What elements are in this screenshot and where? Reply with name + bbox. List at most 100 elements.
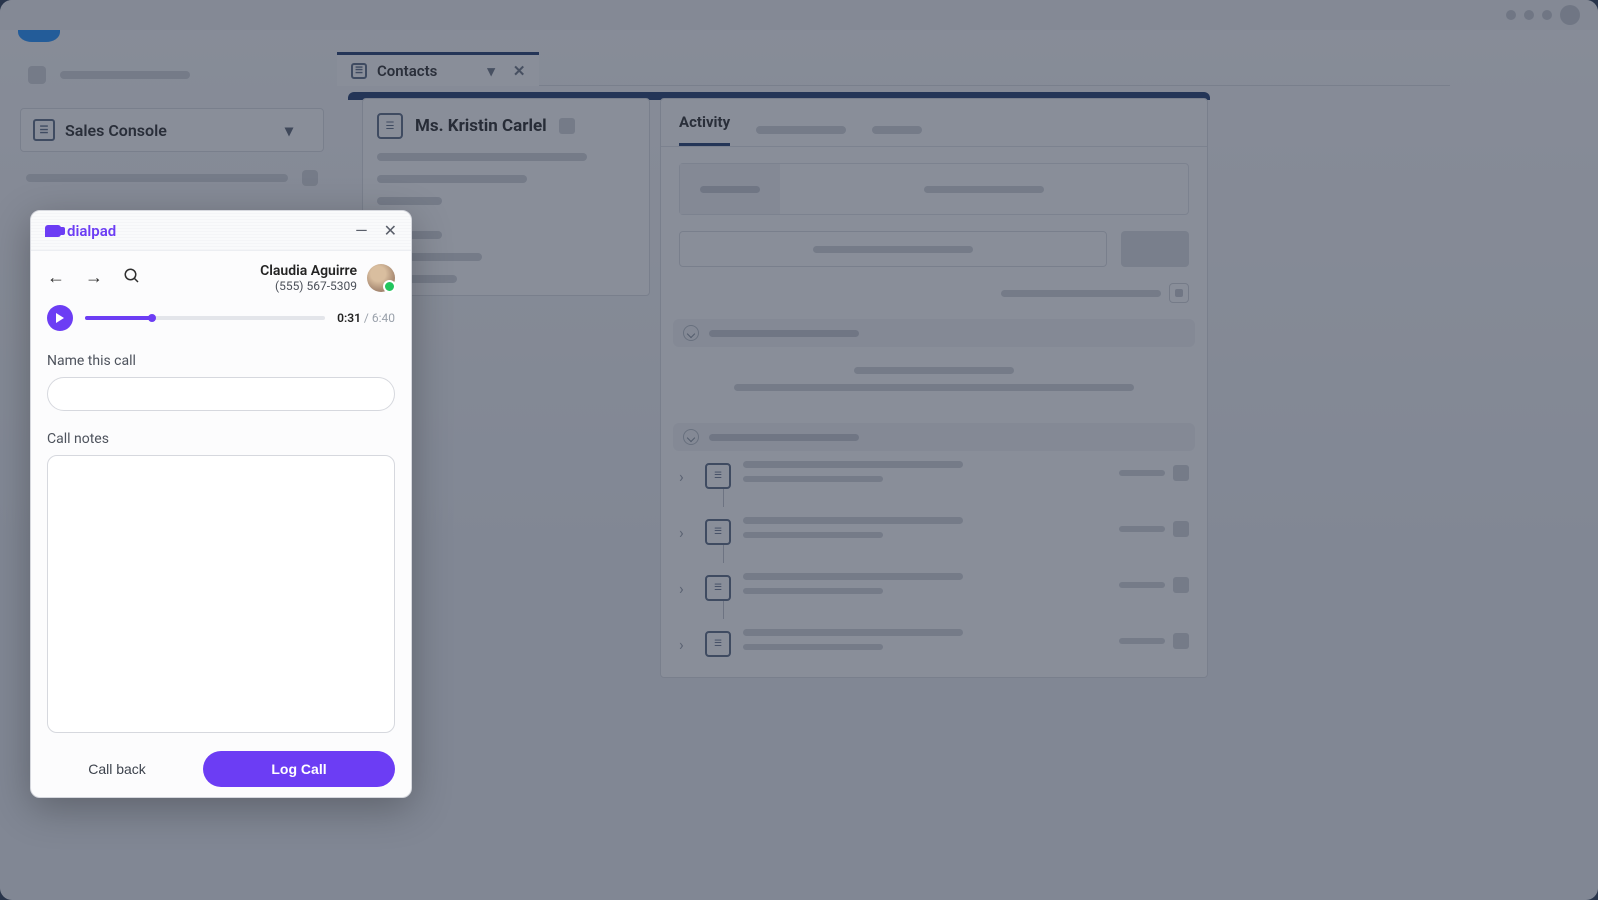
- skeleton-square: [28, 66, 46, 84]
- call-back-button[interactable]: Call back: [47, 761, 187, 777]
- chevron-right-icon[interactable]: ›: [679, 523, 693, 542]
- contact-name: Ms. Kristin Carlel: [415, 116, 547, 136]
- audio-player: 0:31 / 6:40: [31, 301, 411, 341]
- timeline-connector: [723, 489, 1207, 507]
- call-notes-label: Call notes: [47, 431, 395, 447]
- skeleton-bar: [377, 197, 442, 205]
- play-button[interactable]: [47, 305, 73, 331]
- call-notes-input[interactable]: [47, 455, 395, 733]
- skeleton-bar: [26, 174, 288, 182]
- activity-submit-button[interactable]: [1121, 231, 1189, 267]
- skeleton-bar: [377, 153, 587, 161]
- time-sep: /: [361, 311, 372, 325]
- activity-item[interactable]: › ☰: [661, 563, 1207, 601]
- call-name-label: Name this call: [47, 353, 395, 369]
- breadcrumb-skeleton: [28, 66, 190, 84]
- contact-icon: ☰: [33, 119, 55, 141]
- time-current: 0:31: [337, 311, 361, 325]
- sidebar-item[interactable]: [20, 160, 324, 196]
- activity-input[interactable]: [679, 231, 1107, 267]
- skeleton-bar: [743, 461, 963, 468]
- contact-icon: ☰: [705, 631, 731, 657]
- skeleton-bar: [743, 532, 883, 538]
- skeleton-bar: [709, 434, 859, 441]
- search-icon[interactable]: [123, 267, 141, 290]
- playback-time: 0:31 / 6:40: [337, 311, 395, 325]
- skeleton-bar: [743, 517, 963, 524]
- activity-pane: Activity: [660, 98, 1208, 678]
- chevron-down-icon: [683, 429, 699, 445]
- call-name-input[interactable]: [47, 377, 395, 411]
- skeleton-bar: [743, 629, 963, 636]
- activity-section-header[interactable]: [673, 423, 1195, 451]
- contact-icon: ☰: [351, 63, 367, 79]
- caller-info[interactable]: Claudia Aguirre (555) 567-5309: [260, 263, 395, 293]
- activity-section-header[interactable]: [673, 319, 1195, 347]
- skeleton-bar: [1119, 638, 1165, 644]
- close-icon[interactable]: ✕: [513, 62, 526, 80]
- minimize-icon[interactable]: —: [355, 221, 368, 240]
- forward-icon[interactable]: →: [85, 267, 103, 290]
- chevron-down-icon[interactable]: ▾: [487, 62, 495, 80]
- skeleton-bar: [743, 644, 883, 650]
- chrome-avatar[interactable]: [1560, 5, 1580, 25]
- close-icon[interactable]: ✕: [384, 221, 397, 240]
- filter-button[interactable]: [1169, 283, 1189, 303]
- skeleton-bar: [756, 126, 846, 134]
- chrome-dot: [1524, 10, 1534, 20]
- seek-slider[interactable]: [85, 316, 325, 320]
- skeleton-bar: [700, 186, 760, 193]
- skeleton-bar: [1119, 526, 1165, 532]
- workspace-tabs: ☰ Contacts ▾ ✕: [337, 52, 1450, 86]
- log-call-button[interactable]: Log Call: [203, 751, 395, 787]
- contact-icon: ☰: [377, 113, 403, 139]
- timeline-connector: [723, 601, 1207, 619]
- avatar: [367, 264, 395, 292]
- sidebar: ☰ Sales Console ▾: [20, 108, 324, 196]
- skeleton-bar: [734, 384, 1134, 391]
- chevron-right-icon[interactable]: ›: [679, 467, 693, 486]
- seek-thumb[interactable]: [148, 314, 156, 322]
- skeleton-square: [1173, 633, 1189, 649]
- dialpad-brand: dialpad: [45, 222, 116, 240]
- activity-item[interactable]: › ☰: [661, 451, 1207, 489]
- contact-icon: ☰: [705, 519, 731, 545]
- chrome-dot: [1542, 10, 1552, 20]
- skeleton-bar: [743, 476, 883, 482]
- skeleton-bar: [743, 588, 883, 594]
- skeleton-bar: [377, 175, 527, 183]
- window-chrome: [0, 0, 1598, 30]
- tab-activity[interactable]: Activity: [679, 113, 730, 146]
- activity-item[interactable]: › ☰: [661, 507, 1207, 545]
- seek-progress: [85, 316, 152, 320]
- chevron-down-icon[interactable]: ▾: [285, 121, 293, 140]
- caller-name: Claudia Aguirre: [260, 263, 357, 279]
- skeleton-square: [1173, 465, 1189, 481]
- chevron-right-icon[interactable]: ›: [679, 579, 693, 598]
- activity-item[interactable]: › ☰: [661, 619, 1207, 657]
- skeleton-bar: [1001, 290, 1161, 297]
- skeleton-bar: [924, 186, 1044, 193]
- skeleton-square: [1173, 521, 1189, 537]
- dialpad-panel: dialpad — ✕ ← → Claudia Aguirre (555) 56…: [30, 210, 412, 798]
- skeleton-bar: [1119, 470, 1165, 476]
- chevron-right-icon[interactable]: ›: [679, 635, 693, 654]
- back-icon[interactable]: ←: [47, 267, 65, 290]
- time-total: 6:40: [372, 311, 395, 325]
- skeleton-bar: [1119, 582, 1165, 588]
- app-switcher[interactable]: ☰ Sales Console ▾: [20, 108, 324, 152]
- tab-contacts[interactable]: ☰ Contacts ▾ ✕: [337, 52, 539, 86]
- chrome-dot: [1506, 10, 1516, 20]
- skeleton-square: [302, 170, 318, 186]
- skeleton-bar: [872, 126, 922, 134]
- dialpad-titlebar: dialpad — ✕: [31, 211, 411, 251]
- skeleton-bar: [854, 367, 1014, 374]
- timeline-connector: [723, 545, 1207, 563]
- activity-composer[interactable]: [679, 163, 1189, 215]
- skeleton-bar: [813, 246, 973, 253]
- skeleton-square: [559, 118, 575, 134]
- brand-text: dialpad: [67, 222, 116, 240]
- skeleton-bar: [743, 573, 963, 580]
- caller-phone: (555) 567-5309: [260, 279, 357, 293]
- contact-icon: ☰: [705, 463, 731, 489]
